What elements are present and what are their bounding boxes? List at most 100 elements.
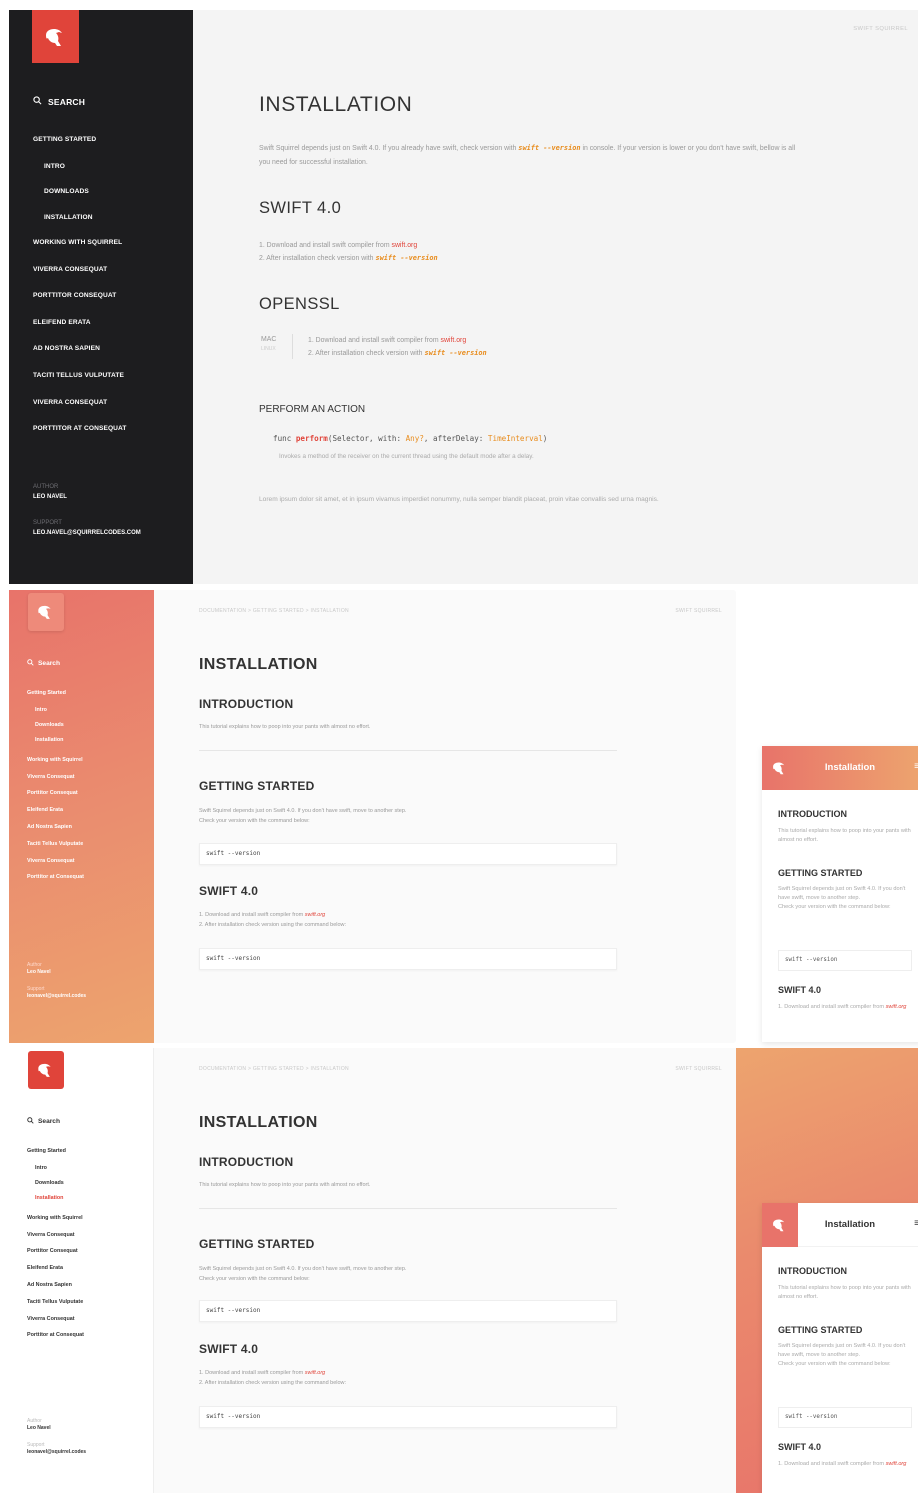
func-keyword: func [273, 434, 296, 443]
sidebar-item-porttitor-at-consequat[interactable]: PORTTITOR AT CONSEQUAT [33, 424, 188, 451]
code-block[interactable]: swift --version [778, 1407, 912, 1428]
sidebar-item-viverra-consequat-2[interactable]: Viverra Consequat [27, 858, 147, 875]
support-email[interactable]: leonavel@squirrel.codes [27, 1449, 86, 1456]
sidebar-item-eleifend-erata[interactable]: Eleifend Erata [27, 807, 147, 824]
code-block[interactable]: swift --version [199, 948, 617, 970]
func-part: (Selector, with: [327, 434, 406, 443]
intro-paragraph: This tutorial explains how to poop into … [778, 1285, 911, 1300]
list-item: 2. After installation check version with… [308, 347, 487, 360]
section-heading-getting-started: GETTING STARTED [778, 1325, 863, 1335]
sidebar-nav: Getting Started Intro Downloads Installa… [27, 1148, 147, 1349]
sidebar-item-getting-started[interactable]: Getting Started [27, 690, 147, 707]
section-heading-introduction: INTRODUCTION [778, 1266, 847, 1276]
sidebar-item-downloads[interactable]: Downloads [27, 722, 147, 737]
section-heading-swift: SWIFT 4.0 [259, 199, 342, 217]
swift-org-link[interactable]: swift.org [441, 337, 467, 344]
sidebar-item-viverra-consequat-2[interactable]: VIVERRA CONSEQUAT [33, 398, 188, 425]
squirrel-logo-icon[interactable] [32, 10, 79, 63]
sidebar-item-downloads[interactable]: Downloads [27, 1180, 147, 1195]
func-type: Any? [405, 434, 424, 443]
step-text: 1. Download and install swift compiler f… [199, 912, 305, 918]
squirrel-logo-icon[interactable] [28, 1051, 64, 1089]
swift-org-link[interactable]: swift.org [886, 1461, 907, 1467]
sidebar-item-viverra-consequat[interactable]: VIVERRA CONSEQUAT [33, 265, 188, 292]
search-button[interactable]: SEARCH [33, 96, 85, 107]
sidebar-item-viverra-consequat-2[interactable]: Viverra Consequat [27, 1316, 147, 1333]
sidebar-item-intro[interactable]: Intro [27, 707, 147, 722]
support-label: Support [27, 986, 45, 992]
breadcrumb[interactable]: DOCUMENTATION > GETTING STARTED > INSTAL… [199, 608, 349, 614]
sidebar-item-porttitor-consequat[interactable]: Porttitor Consequat [27, 790, 147, 807]
sidebar-item-working-with-squirrel[interactable]: WORKING WITH SQUIRREL [33, 238, 188, 265]
gs-paragraph: Swift Squirrel depends just on Swift 4.0… [778, 1342, 912, 1369]
sidebar-item-installation[interactable]: INSTALLATION [33, 213, 188, 239]
search-icon [27, 659, 34, 668]
search-icon [27, 1117, 34, 1126]
squirrel-logo-icon[interactable] [28, 593, 64, 631]
inline-code: swift --version [375, 254, 438, 262]
sidebar-item-ad-nostra-sapien[interactable]: AD NOSTRA SAPIEN [33, 344, 188, 371]
list-item: 1. Download and install swift compiler f… [259, 239, 438, 252]
search-label: Search [38, 660, 60, 667]
sidebar-item-taciti-tellus-vulputate[interactable]: TACITI TELLUS VULPUTATE [33, 371, 188, 398]
sidebar-item-eleifend-erata[interactable]: ELEIFEND ERATA [33, 318, 188, 345]
swift-org-link[interactable]: swift.org [305, 912, 325, 918]
openssl-steps-list: 1. Download and install swift compiler f… [293, 334, 487, 360]
hamburger-menu-icon[interactable]: ≡ [914, 1218, 918, 1229]
sidebar-item-working-with-squirrel[interactable]: Working with Squirrel [27, 1215, 147, 1232]
swift-org-link[interactable]: swift.org [392, 242, 418, 249]
page-title: INSTALLATION [199, 1114, 318, 1131]
sidebar-item-working-with-squirrel[interactable]: Working with Squirrel [27, 757, 147, 774]
code-block[interactable]: swift --version [199, 1406, 617, 1428]
search-button[interactable]: Search [27, 659, 60, 668]
search-icon [33, 96, 42, 107]
sidebar-item-taciti-tellus-vulputate[interactable]: Taciti Tellus Vulputate [27, 841, 147, 858]
lorem-paragraph: Lorem ipsum dolor sit amet, et in ipsum … [259, 496, 659, 503]
breadcrumb[interactable]: DOCUMENTATION > GETTING STARTED > INSTAL… [199, 1066, 349, 1072]
step-text: 2. After installation check version with [308, 350, 425, 357]
sidebar-item-getting-started[interactable]: Getting Started [27, 1148, 147, 1165]
sidebar-item-installation[interactable]: Installation [27, 737, 147, 752]
sidebar-item-intro[interactable]: INTRO [33, 162, 188, 188]
author-name: LEO NAVEL [33, 494, 67, 500]
search-button[interactable]: Search [27, 1117, 60, 1126]
author-name: Leo Navel [27, 969, 51, 975]
sidebar-item-viverra-consequat[interactable]: Viverra Consequat [27, 1232, 147, 1249]
function-signature: func perform(Selector, with: Any?, after… [273, 434, 547, 443]
code-block[interactable]: swift --version [199, 1300, 617, 1322]
sidebar-item-ad-nostra-sapien[interactable]: Ad Nostra Sapien [27, 824, 147, 841]
list-item: 2. After installation check version usin… [199, 1379, 347, 1386]
sidebar-item-getting-started[interactable]: GETTING STARTED [33, 135, 188, 162]
sidebar-item-eleifend-erata[interactable]: Eleifend Erata [27, 1265, 147, 1282]
sidebar-item-taciti-tellus-vulputate[interactable]: Taciti Tellus Vulputate [27, 1299, 147, 1316]
support-label: SUPPORT [33, 520, 62, 526]
code-block[interactable]: swift --version [778, 950, 912, 971]
sidebar-item-viverra-consequat[interactable]: Viverra Consequat [27, 774, 147, 791]
section-heading-getting-started: GETTING STARTED [199, 1237, 315, 1251]
sidebar-item-porttitor-at-consequat[interactable]: Porttitor at Consequat [27, 874, 147, 891]
mobile-preview-light: Installation ≡ INTRODUCTION This tutoria… [762, 1203, 918, 1493]
brand-name: SWIFT SQUIRREL [675, 1066, 722, 1072]
sidebar-item-porttitor-at-consequat[interactable]: Porttitor at Consequat [27, 1332, 147, 1349]
code-block[interactable]: swift --version [199, 843, 617, 865]
sidebar-item-installation[interactable]: Installation [27, 1195, 147, 1210]
sidebar-item-ad-nostra-sapien[interactable]: Ad Nostra Sapien [27, 1282, 147, 1299]
step-text: 1. Download and install swift compiler f… [259, 242, 392, 249]
hamburger-menu-icon[interactable]: ≡ [914, 761, 918, 772]
func-part: ) [542, 434, 548, 443]
support-email[interactable]: leonavel@squirrel.codes [27, 993, 86, 1000]
gs-text-2: Check your version with the command belo… [778, 904, 891, 910]
author-block: AUTHOR LEO NAVEL SUPPORT LEO.NAVEL@SQUIR… [33, 482, 141, 554]
swift-org-link[interactable]: swift.org [305, 1370, 325, 1376]
section-heading-swift: SWIFT 4.0 [778, 1442, 822, 1452]
swift-org-link[interactable]: swift.org [886, 1004, 907, 1010]
os-sub: LINUX [261, 346, 276, 352]
sidebar-item-porttitor-consequat[interactable]: PORTTITOR CONSEQUAT [33, 291, 188, 318]
step-text: 2. After installation check version with [259, 255, 376, 262]
sidebar-item-porttitor-consequat[interactable]: Porttitor Consequat [27, 1248, 147, 1265]
sidebar-item-downloads[interactable]: DOWNLOADS [33, 187, 188, 213]
sidebar-item-intro[interactable]: Intro [27, 1165, 147, 1180]
support-email[interactable]: LEO.NAVEL@SQUIRRELCODES.COM [33, 528, 141, 538]
list-item: 2. After installation check version with… [259, 252, 438, 265]
step-text: 1. Download and install swift compiler f… [308, 337, 441, 344]
